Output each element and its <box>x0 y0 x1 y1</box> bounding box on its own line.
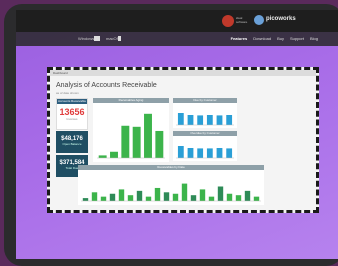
chart0-bar-3 <box>121 125 130 158</box>
nav-link-support[interactable]: Support <box>290 36 304 41</box>
aging-bar-chart <box>97 113 165 159</box>
chart2-bar-a <box>177 146 184 158</box>
chart2-bar-d <box>206 148 213 158</box>
kpi2-label: Open Balance <box>62 142 82 146</box>
chart1-bar-d <box>206 115 213 125</box>
windows-icon[interactable] <box>94 36 100 41</box>
nav-link-buy[interactable]: Buy <box>277 36 284 41</box>
due-by-customer-panel: Due by Customer <box>173 98 237 128</box>
chart2-bar-f <box>226 148 233 158</box>
chart3-bar-20 <box>253 196 260 201</box>
aging-bar-panel: Receivables Aging <box>93 98 169 162</box>
chart3-bar-5 <box>118 189 125 201</box>
kpi1-value: 13656 <box>59 107 85 117</box>
nav-link-download[interactable]: Download <box>253 36 271 41</box>
chart0-bar-4 <box>132 126 141 158</box>
chart3-bar-9 <box>154 187 161 201</box>
chart1-bar-e <box>216 115 223 125</box>
nav-links: Features Download Buy Support Blog <box>231 36 318 41</box>
nav-link-blog[interactable]: Blog <box>310 36 318 41</box>
receivables-by-date-panel: Receivables by Date <box>78 165 264 205</box>
chart3-bar-17 <box>226 193 233 201</box>
overdue-by-customer-panel: Overdue by Customer <box>173 131 237 161</box>
chart3-bar-10 <box>163 192 170 201</box>
download-windows-label[interactable]: Windows <box>78 36 94 41</box>
chart3-bar-1 <box>82 198 89 201</box>
chart0-bar-6 <box>155 130 164 158</box>
overdue-bar-chart <box>176 146 234 159</box>
chart3-bar-4 <box>109 193 116 201</box>
chart2-bar-c <box>197 148 204 158</box>
chart2-bar-e <box>216 148 223 158</box>
chart3-bar-6 <box>127 195 134 201</box>
nav-link-features[interactable]: Features <box>231 36 248 41</box>
chart0-bar-2 <box>110 151 118 158</box>
chart3-bar-11 <box>172 193 179 201</box>
kpi1-label: Invoices <box>66 117 78 121</box>
kpi-open-balance: $48,176 Open Balance <box>56 131 88 153</box>
brand-right-text[interactable]: picoworks <box>266 16 296 22</box>
site-sub-nav: Windows macOS Features Download Buy Supp… <box>16 32 338 46</box>
chart3-bar-7 <box>136 190 143 201</box>
chart3-bar-3 <box>100 196 107 201</box>
chart1-bar-a <box>177 113 184 125</box>
picoworks-logo-icon <box>254 15 264 25</box>
brand-left-text: ideal software <box>236 16 247 24</box>
chart1-bar-c <box>197 115 204 125</box>
chart3-bar-18 <box>235 195 242 201</box>
dashboard-subtitle: as of date shown <box>56 91 79 95</box>
chart1-bar-f <box>226 115 233 125</box>
brand-left-line2: software <box>236 20 248 24</box>
chart3-bar-14 <box>199 189 206 201</box>
apple-icon[interactable] <box>118 36 121 41</box>
dashboard-screenshot: Dashboard Analysis of Accounts Receivabl… <box>47 67 319 213</box>
ideal-software-logo-icon <box>222 15 234 27</box>
chart0-bar-1 <box>98 155 107 158</box>
dashboard-title: Analysis of Accounts Receivable <box>56 82 157 89</box>
chart2-bar-b <box>187 148 194 158</box>
chart1-bar-b <box>187 115 194 125</box>
dashboard-header: Dashboard <box>50 70 316 76</box>
chart3-bar-19 <box>244 190 251 201</box>
due-bar-chart <box>176 113 234 126</box>
chart3-bar-15 <box>208 196 215 201</box>
kpi1-caption: Accounts Receivable <box>57 99 87 104</box>
chart3-bar-12 <box>181 183 188 201</box>
site-top-bar: ideal software picoworks <box>16 10 338 32</box>
chart0-bar-5 <box>144 113 152 158</box>
date-bar-chart <box>81 183 261 202</box>
chart3-bar-2 <box>91 192 98 201</box>
chart3-bar-13 <box>190 195 197 201</box>
kpi-invoices: Accounts Receivable 13656 Invoices <box>56 98 88 130</box>
chart3-bar-8 <box>145 196 152 201</box>
chart3-bar-16 <box>217 186 224 201</box>
